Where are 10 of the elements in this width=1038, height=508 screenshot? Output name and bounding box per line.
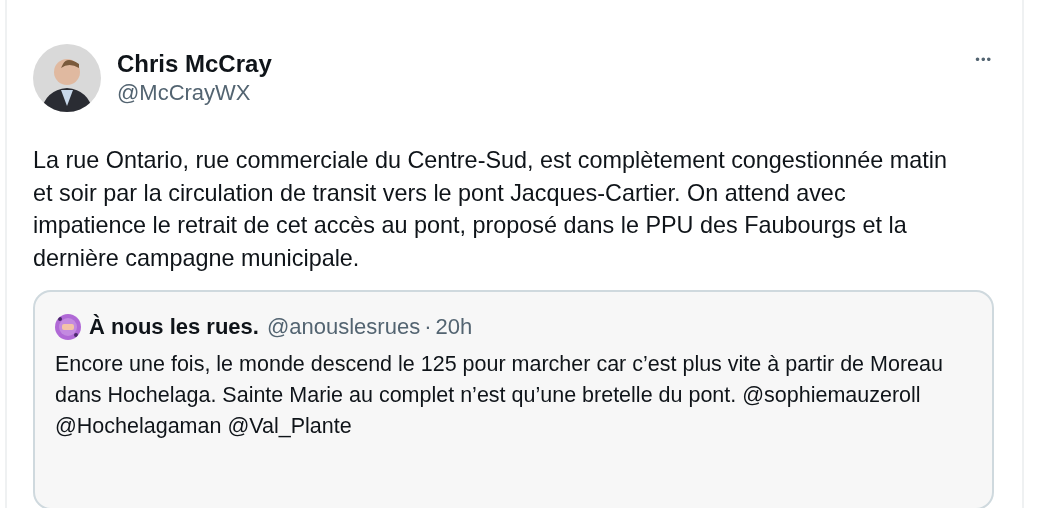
- post-time[interactable]: 20h: [435, 310, 473, 343]
- post-text: La rue Ontario, rue commerciale du Centre-Sud, est complètement congestionnée matin et soir par la circulation de transit vers le pont Jacques-Cartier. On attend avec impatience le retrait de cet accès au pont, proposé dans le PPU des Faubourgs et la dernière campagne municipale.: [33, 146, 948, 273]
- author-name[interactable]: Chris McCray: [117, 49, 272, 79]
- quoted-post-card[interactable]: [33, 290, 994, 508]
- more-options-button[interactable]: •••: [975, 50, 992, 70]
- author-handle[interactable]: @McCrayWX: [117, 79, 272, 107]
- quoted-author-handle[interactable]: @anouslesrues: [266, 310, 421, 343]
- quoted-author-name[interactable]: À nous les rues.: [89, 310, 259, 343]
- quoted-post-text: Encore une fois, le monde descend le 125 pour marcher car c’est plus vite à partir de Moreau dans Hochelaga. Sainte Marie au complet n’est qu’une bretelle du pont. @sophiemauzeroll @Hochelagaman @Val_Plante: [55, 351, 944, 440]
- separator-dot: ·: [424, 313, 432, 341]
